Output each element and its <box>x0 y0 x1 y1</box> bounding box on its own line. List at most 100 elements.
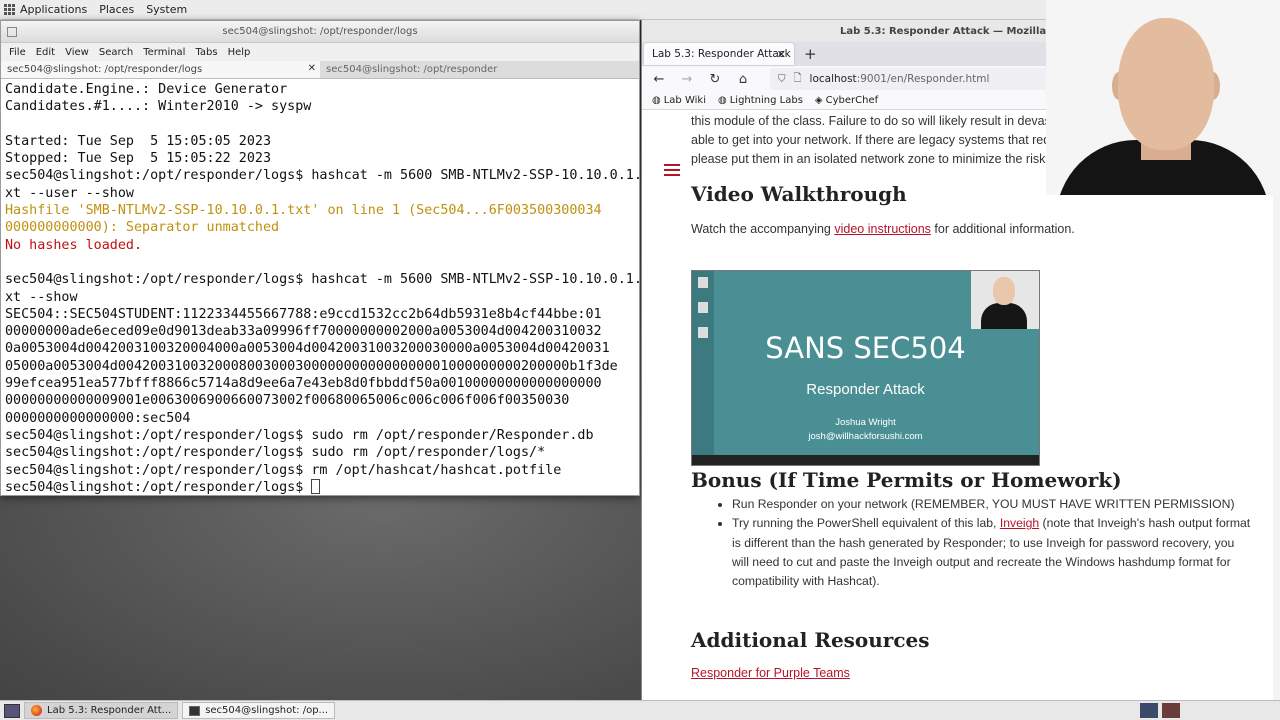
menu-applications[interactable]: Applications <box>20 3 87 16</box>
video-taskbar <box>692 455 1039 465</box>
video-title: SANS SEC504 <box>765 331 966 365</box>
page-scrollbar[interactable] <box>1273 112 1280 700</box>
video-thumbnail[interactable]: SANS SEC504 Responder Attack Joshua Wrig… <box>691 270 1040 466</box>
bookmark-label: CyberChef <box>825 95 879 106</box>
webcam-overlay <box>1046 0 1280 195</box>
terminal-line: sec504@slingshot:/opt/responder/logs$ ha… <box>5 272 639 288</box>
terminal-line: Candidate.Engine.: Device Generator <box>5 82 288 97</box>
bookmark-label: Lab Wiki <box>663 95 706 106</box>
terminal-tab-responder[interactable]: sec504@slingshot: /opt/responder <box>320 61 639 78</box>
watch-paragraph: Watch the accompanying video instruction… <box>691 222 1075 236</box>
url-host: localhost <box>809 73 857 85</box>
video-email: josh@willhackforsushi.com <box>808 431 923 442</box>
menu-places[interactable]: Places <box>99 3 134 16</box>
menu-help[interactable]: Help <box>228 47 251 58</box>
responder-purple-teams-link[interactable]: Responder for Purple Teams <box>691 666 850 680</box>
terminal-title: sec504@slingshot: /opt/responder/logs <box>222 26 418 37</box>
home-icon[interactable]: ⌂ <box>736 72 750 87</box>
url-path: :9001/en/Responder.html <box>856 73 990 85</box>
cyberchef-icon: ◈ <box>814 95 823 106</box>
terminal-line: 000000000000): Separator unmatched <box>5 220 280 236</box>
bottom-taskbar: Lab 5.3: Responder Att... sec504@slingsh… <box>0 700 1280 720</box>
menu-file[interactable]: File <box>9 47 26 58</box>
globe-icon: ◍ <box>652 95 661 106</box>
taskbar-item-firefox[interactable]: Lab 5.3: Responder Att... <box>24 702 179 719</box>
terminal-line: Hashfile 'SMB-NTLMv2-SSP-10.10.0.1.txt' … <box>5 203 602 219</box>
intro-line: this module of the class. Failure to do … <box>691 114 1055 128</box>
close-tab-icon[interactable]: ✕ <box>777 48 786 61</box>
additional-resources-heading: Additional Resources <box>691 628 930 652</box>
system-tray <box>1140 703 1280 718</box>
terminal-line: Started: Tue Sep 5 15:05:05 2023 <box>5 133 272 149</box>
video-author: Joshua Wright <box>835 417 896 428</box>
presenter-camera <box>971 271 1039 329</box>
page-content[interactable]: this module of the class. Failure to do … <box>642 112 1280 700</box>
workspace-2-icon[interactable] <box>1162 703 1180 718</box>
hamburger-menu-icon[interactable] <box>664 164 680 176</box>
page-info-icon[interactable]: 🗋 <box>794 71 802 88</box>
terminal-line: SEC504::SEC504STUDENT:1122334455667788:e… <box>5 306 602 322</box>
workspace-1-icon[interactable] <box>1140 703 1158 718</box>
bookmark-cyberchef[interactable]: ◈ CyberChef <box>815 95 878 106</box>
intro-line: please put them in an isolated network z… <box>691 152 1053 166</box>
terminal-window[interactable]: sec504@slingshot: /opt/responder/logs Fi… <box>0 20 640 496</box>
reload-icon[interactable]: ↻ <box>708 72 722 87</box>
back-icon[interactable]: ← <box>652 72 666 87</box>
applications-grid-icon[interactable] <box>4 3 16 16</box>
shield-icon[interactable]: ⛉ <box>778 74 786 85</box>
resources-paragraph: Responder for Purple Teams <box>691 666 850 680</box>
menu-view[interactable]: View <box>65 47 89 58</box>
terminal-line: Stopped: Tue Sep 5 15:05:22 2023 <box>5 151 272 167</box>
taskbar-item-label: Lab 5.3: Responder Att... <box>47 705 172 716</box>
terminal-tab-label: sec504@slingshot: /opt/responder/logs <box>7 64 203 75</box>
watch-prefix: Watch the accompanying <box>691 222 835 236</box>
url-bar[interactable]: ⛉ 🗋 localhost:9001/en/Responder.html <box>770 68 1070 90</box>
bookmark-lab-wiki[interactable]: ◍ Lab Wiki <box>652 95 706 106</box>
taskbar-item-terminal[interactable]: sec504@slingshot: /op... <box>182 702 336 719</box>
list-item: Try running the PowerShell equivalent of… <box>732 514 1252 591</box>
terminal-line: 00000000000009001e0063006900660073002f00… <box>5 393 570 409</box>
close-tab-icon[interactable]: ✕ <box>308 63 316 74</box>
terminal-tabbar: sec504@slingshot: /opt/responder/logs ✕ … <box>1 61 639 79</box>
terminal-line: sec504@slingshot:/opt/responder/logs$ <box>5 478 635 495</box>
watch-suffix: for additional information. <box>930 222 1075 236</box>
list-item: Run Responder on your network (REMEMBER,… <box>732 495 1252 514</box>
taskbar-item-label: sec504@slingshot: /op... <box>205 705 329 716</box>
terminal-line: 00000000ade6eced09e0d9013deab33a09996ff7… <box>5 324 602 340</box>
bonus-list: Run Responder on your network (REMEMBER,… <box>732 495 1252 591</box>
browser-tab-active[interactable]: Lab 5.3: Responder Attack ✕ <box>644 43 794 65</box>
video-subtitle: Responder Attack <box>806 381 925 398</box>
browser-tab-label: Lab 5.3: Responder Attack <box>652 48 791 60</box>
bonus-heading: Bonus (If Time Permits or Homework) <box>691 468 1122 492</box>
forward-icon[interactable]: → <box>680 72 694 87</box>
terminal-titlebar[interactable]: sec504@slingshot: /opt/responder/logs <box>1 21 639 43</box>
terminal-line: No hashes loaded. <box>5 237 143 253</box>
terminal-line: sec504@slingshot:/opt/responder/logs$ su… <box>5 427 594 443</box>
globe-icon: ◍ <box>717 95 727 106</box>
video-instructions-link[interactable]: video instructions <box>834 222 931 236</box>
menu-tabs[interactable]: Tabs <box>195 47 217 58</box>
video-walkthrough-heading: Video Walkthrough <box>691 182 907 206</box>
menu-terminal[interactable]: Terminal <box>143 47 185 58</box>
terminal-line: Candidates.#1....: Winter2010 -> syspw <box>5 99 312 115</box>
show-desktop-icon[interactable] <box>4 703 20 718</box>
menu-system[interactable]: System <box>146 3 187 16</box>
terminal-line: 0000000000000000:sec504 <box>5 410 191 426</box>
terminal-tab-logs[interactable]: sec504@slingshot: /opt/responder/logs ✕ <box>1 61 320 78</box>
menu-search[interactable]: Search <box>99 47 133 58</box>
terminal-output[interactable]: Candidate.Engine.: Device Generator Candi… <box>1 79 639 495</box>
terminal-cursor <box>311 478 321 494</box>
window-menu-icon[interactable] <box>7 27 17 37</box>
terminal-line: 99efcea951ea577bfff8866c5714a8d9ee6a7e43… <box>5 376 602 392</box>
terminal-line: 0a0053004d0042003100320004000a0053004d00… <box>5 341 610 357</box>
terminal-menubar: File Edit View Search Terminal Tabs Help <box>1 43 639 61</box>
terminal-line: sec504@slingshot:/opt/responder/logs$ rm… <box>5 462 562 478</box>
inveigh-link[interactable]: Inveigh <box>1000 516 1039 530</box>
terminal-tab-label: sec504@slingshot: /opt/responder <box>326 64 498 75</box>
bookmark-label: Lightning Labs <box>729 95 803 106</box>
bookmark-lightning-labs[interactable]: ◍ Lightning Labs <box>718 95 803 106</box>
new-tab-icon[interactable]: + <box>804 45 817 63</box>
menu-edit[interactable]: Edit <box>36 47 55 58</box>
